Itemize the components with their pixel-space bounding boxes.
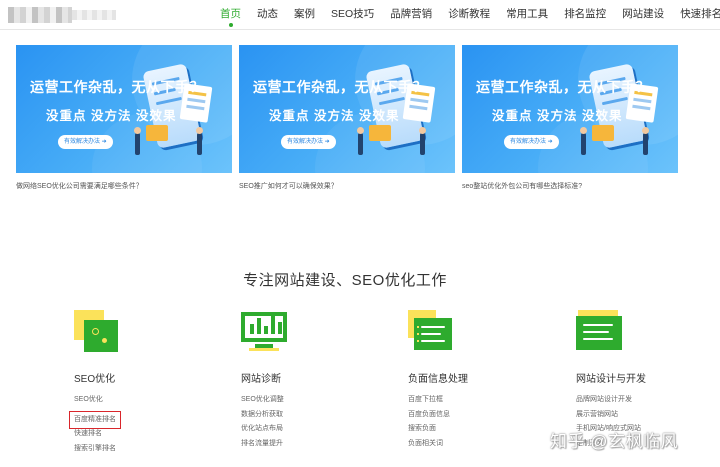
service-diagnosis: 网站诊断 SEO优化调整 数据分析获取 优化站点布局 排名流量提升 [227,310,377,451]
screen-line [155,96,182,106]
person-illustration-icon [419,127,426,155]
card-caption-link[interactable]: SEO推广如何才可以确保效果？ [239,181,455,191]
banner-subtitle: 没重点 没方法 没效果 [46,109,177,123]
screen-line [378,96,405,106]
site-logo[interactable] [8,7,116,23]
service-link[interactable]: SEO优化调整 [241,393,377,408]
article-cards: 运营工作杂乱，无从下手？ 没重点 没方法 没效果 有效解决办法 ➜ 做网络SEO… [16,45,686,195]
service-negative-info: 负面信息处理 百度下拉框 百度负面信息 搜索负面 负面相关词 [394,310,544,451]
service-link[interactable]: 百度下拉框 [408,393,544,408]
section-title: 专注网站建设、SEO优化工作 [243,272,447,289]
banner-button[interactable]: 有效解决办法 ➜ [504,135,559,149]
service-link[interactable]: 搜索引擎排名 [74,442,210,457]
service-link[interactable]: 优化站点布局 [241,422,377,437]
banner-title: 运营工作杂乱，无从下手？ [30,79,204,95]
service-list: SEO优化 百度精准排名 快速排名 搜索引擎排名 [69,393,210,457]
nav-cases[interactable]: 案例 [286,0,323,30]
nav-label: 案例 [294,8,315,20]
banner-subtitle: 没重点 没方法 没效果 [492,109,623,123]
nav-label: 首页 [220,8,241,20]
article-card[interactable]: 运营工作杂乱，无从下手？ 没重点 没方法 没效果 有效解决办法 ➜ 做网络SEO… [16,45,232,195]
article-card[interactable]: 运营工作杂乱，无从下手？ 没重点 没方法 没效果 有效解决办法 ➜ SEO推广如… [239,45,455,195]
nav-tools[interactable]: 常用工具 [498,0,556,30]
service-link[interactable]: 百度负面信息 [408,408,544,423]
nav-brand-marketing[interactable]: 品牌营销 [382,0,440,30]
card-caption-link[interactable]: seo整站优化外包公司有哪些选择标准? [462,181,678,191]
nav-label: 排名监控 [564,8,607,20]
person-illustration-icon [580,127,587,155]
service-title: SEO优化 [74,374,116,385]
service-link[interactable]: 展示营销网站 [576,408,712,423]
nav-news[interactable]: 动态 [249,0,286,30]
nav-label: 动态 [257,8,278,20]
service-link[interactable]: 快速排名 [74,427,210,442]
banner-button[interactable]: 有效解决办法 ➜ [281,135,336,149]
person-illustration-icon [357,127,364,155]
banner-image[interactable]: 运营工作杂乱，无从下手？ 没重点 没方法 没效果 有效解决办法 ➜ [462,45,678,173]
folder-illustration-icon [592,125,614,141]
banner-title: 运营工作杂乱，无从下手？ [253,79,427,95]
service-list: 百度下拉框 百度负面信息 搜索负面 负面相关词 [408,393,544,451]
nav-site-building[interactable]: 网站建设 [614,0,672,30]
screen-line [601,96,628,106]
service-link[interactable]: SEO优化 [74,393,210,408]
nav-label: 网站建设 [622,8,665,20]
banner-title: 运营工作杂乱，无从下手？ [476,79,650,95]
person-illustration-icon [642,127,649,155]
service-link[interactable]: 品牌网站设计开发 [576,393,712,408]
monitor-chart-icon [241,310,289,354]
service-link[interactable]: 数据分析获取 [241,408,377,423]
banner-image[interactable]: 运营工作杂乱，无从下手？ 没重点 没方法 没效果 有效解决办法 ➜ [239,45,455,173]
service-link[interactable]: 负面相关词 [408,437,544,452]
person-illustration-icon [134,127,141,155]
nav-fast-ranking[interactable]: 快速排名 [672,0,720,30]
banner-subtitle: 没重点 没方法 没效果 [269,109,400,123]
service-link[interactable]: 排名流量提升 [241,437,377,452]
nav-label: 诊断教程 [448,8,491,20]
service-seo: SEO优化 SEO优化 百度精准排名 快速排名 搜索引擎排名 [60,310,210,456]
nav-diagnosis[interactable]: 诊断教程 [440,0,498,30]
page: 首页 动态 案例 SEO技巧 品牌营销 诊断教程 常用工具 排名监控 网站建设 … [0,0,720,467]
service-title: 网站诊断 [241,374,281,385]
person-illustration-icon [196,127,203,155]
service-list: SEO优化调整 数据分析获取 优化站点布局 排名流量提升 [241,393,377,451]
nav-label: SEO技巧 [331,8,375,20]
banner-button[interactable]: 有效解决办法 ➜ [58,135,113,149]
nav-home[interactable]: 首页 [212,0,249,30]
article-card[interactable]: 运营工作杂乱，无从下手？ 没重点 没方法 没效果 有效解决办法 ➜ seo整站优… [462,45,678,195]
nav-rank-monitor[interactable]: 排名监控 [556,0,614,30]
watermark: 知乎 @玄枫临风 [550,432,678,451]
nav-seo-tips[interactable]: SEO技巧 [323,0,382,30]
folder-illustration-icon [146,125,168,141]
service-title: 负面信息处理 [408,374,468,385]
main-nav: 首页 动态 案例 SEO技巧 品牌营销 诊断教程 常用工具 排名监控 网站建设 … [212,0,720,30]
seo-icon [74,310,122,354]
nav-label: 常用工具 [506,8,549,20]
folder-illustration-icon [369,125,391,141]
banner-image[interactable]: 运营工作杂乱，无从下手？ 没重点 没方法 没效果 有效解决办法 ➜ [16,45,232,173]
nav-label: 品牌营销 [390,8,433,20]
document-list-icon [408,310,456,354]
service-link[interactable]: 搜索负面 [408,422,544,437]
nav-label: 快速排名 [680,8,720,20]
service-link-highlighted[interactable]: 百度精准排名 [69,410,121,429]
web-panel-icon [576,310,624,354]
service-title: 网站设计与开发 [576,374,646,385]
card-caption-link[interactable]: 做网络SEO优化公司需要满足哪些条件？ [16,181,232,191]
active-dot-icon [228,23,233,27]
top-header: 首页 动态 案例 SEO技巧 品牌营销 诊断教程 常用工具 排名监控 网站建设 … [0,0,720,30]
